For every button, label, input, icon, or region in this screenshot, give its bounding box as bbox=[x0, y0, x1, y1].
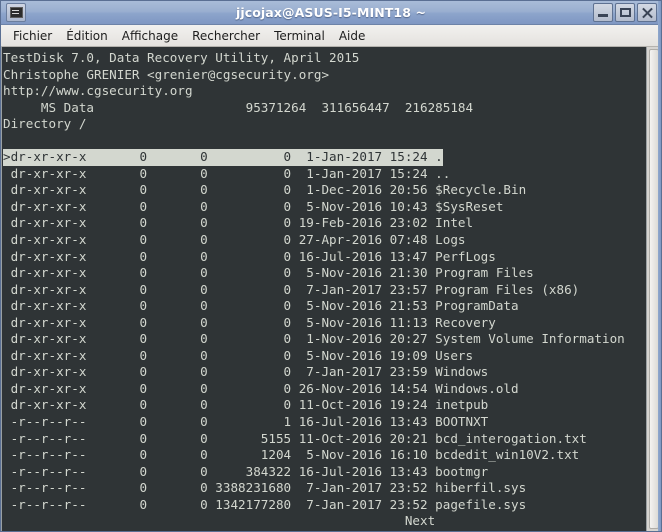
help-line-1: Use Right to change directory, h to hide… bbox=[3, 530, 646, 531]
file-row[interactable]: dr-xr-xr-x 0 0 0 5-Nov-2016 10:43 $SysRe… bbox=[3, 199, 646, 216]
testdisk-url-line: http://www.cgsecurity.org bbox=[3, 83, 193, 99]
testdisk-author-line: Christophe GRENIER <grenier@cgsecurity.o… bbox=[3, 66, 330, 82]
file-row[interactable]: dr-xr-xr-x 0 0 0 5-Nov-2016 21:30 Progra… bbox=[3, 265, 646, 282]
terminal-output[interactable]: TestDisk 7.0, Data Recovery Utility, Apr… bbox=[2, 47, 646, 531]
file-row[interactable]: -r--r--r-- 0 0 384322 16-Jul-2016 13:43 … bbox=[3, 464, 646, 481]
menu-item-edition[interactable]: Édition bbox=[59, 27, 115, 45]
testdisk-version-line: TestDisk 7.0, Data Recovery Utility, Apr… bbox=[3, 50, 360, 65]
file-row[interactable]: -r--r--r-- 0 0 1204 5-Nov-2016 16:10 bcd… bbox=[3, 447, 646, 464]
menu-item-terminal[interactable]: Terminal bbox=[267, 27, 332, 45]
file-row[interactable]: dr-xr-xr-x 0 0 0 11-Oct-2016 19:24 inetp… bbox=[3, 397, 646, 414]
next-page-indicator: Next bbox=[3, 513, 436, 529]
file-row[interactable]: dr-xr-xr-x 0 0 0 7-Jan-2017 23:57 Progra… bbox=[3, 282, 646, 299]
file-row[interactable]: -r--r--r-- 0 0 1 16-Jul-2016 13:43 BOOTN… bbox=[3, 414, 646, 431]
file-row[interactable]: dr-xr-xr-x 0 0 0 1-Dec-2016 20:56 $Recyc… bbox=[3, 182, 646, 199]
file-row[interactable]: dr-xr-xr-x 0 0 0 26-Nov-2016 14:54 Windo… bbox=[3, 381, 646, 398]
maximize-button[interactable] bbox=[615, 3, 635, 22]
current-directory-line: Directory / bbox=[3, 116, 87, 132]
window-edge bbox=[658, 1, 661, 531]
window-title: jjcojax@ASUS-I5-MINT18 ~ bbox=[235, 5, 427, 20]
file-row[interactable]: -r--r--r-- 0 0 3388231680 7-Jan-2017 23:… bbox=[3, 480, 646, 497]
menu-item-affichage[interactable]: Affichage bbox=[115, 27, 185, 45]
minimize-button[interactable] bbox=[593, 3, 613, 22]
file-row[interactable]: dr-xr-xr-x 0 0 0 27-Apr-2016 07:48 Logs bbox=[3, 232, 646, 249]
terminal-area: TestDisk 7.0, Data Recovery Utility, Apr… bbox=[1, 47, 661, 531]
file-row[interactable]: -r--r--r-- 0 0 5155 11-Oct-2016 20:21 bc… bbox=[3, 431, 646, 448]
file-row[interactable]: dr-xr-xr-x 0 0 0 5-Nov-2016 21:53 Progra… bbox=[3, 298, 646, 315]
menu-item-aide[interactable]: Aide bbox=[332, 27, 373, 45]
titlebar[interactable]: jjcojax@ASUS-I5-MINT18 ~ bbox=[1, 1, 661, 25]
terminal-window: jjcojax@ASUS-I5-MINT18 ~ Fichier Édition… bbox=[0, 0, 662, 532]
file-row[interactable]: -r--r--r-- 0 0 1342177280 7-Jan-2017 23:… bbox=[3, 497, 646, 514]
menu-item-fichier[interactable]: Fichier bbox=[6, 27, 59, 45]
file-row[interactable]: dr-xr-xr-x 0 0 0 16-Jul-2016 13:47 PerfL… bbox=[3, 249, 646, 266]
file-row[interactable]: dr-xr-xr-x 0 0 0 1-Nov-2016 20:27 System… bbox=[3, 331, 646, 348]
file-row[interactable]: dr-xr-xr-x 0 0 0 1-Jan-2017 15:24 .. bbox=[3, 166, 646, 183]
menubar: Fichier Édition Affichage Rechercher Ter… bbox=[1, 25, 661, 47]
close-button[interactable] bbox=[637, 3, 657, 22]
file-row[interactable]: dr-xr-xr-x 0 0 0 5-Nov-2016 19:09 Users bbox=[3, 348, 646, 365]
window-controls bbox=[593, 3, 658, 22]
terminal-icon bbox=[6, 3, 26, 22]
file-row[interactable]: dr-xr-xr-x 0 0 0 19-Feb-2016 23:02 Intel bbox=[3, 215, 646, 232]
file-row[interactable]: >dr-xr-xr-x 0 0 0 1-Jan-2017 15:24 . bbox=[3, 149, 443, 166]
menu-item-rechercher[interactable]: Rechercher bbox=[185, 27, 267, 45]
partition-info-line: MS Data 95371264 311656447 216285184 bbox=[3, 99, 474, 115]
file-row[interactable]: dr-xr-xr-x 0 0 0 7-Jan-2017 23:59 Window… bbox=[3, 364, 646, 381]
file-row[interactable]: dr-xr-xr-x 0 0 0 5-Nov-2016 11:13 Recove… bbox=[3, 315, 646, 332]
